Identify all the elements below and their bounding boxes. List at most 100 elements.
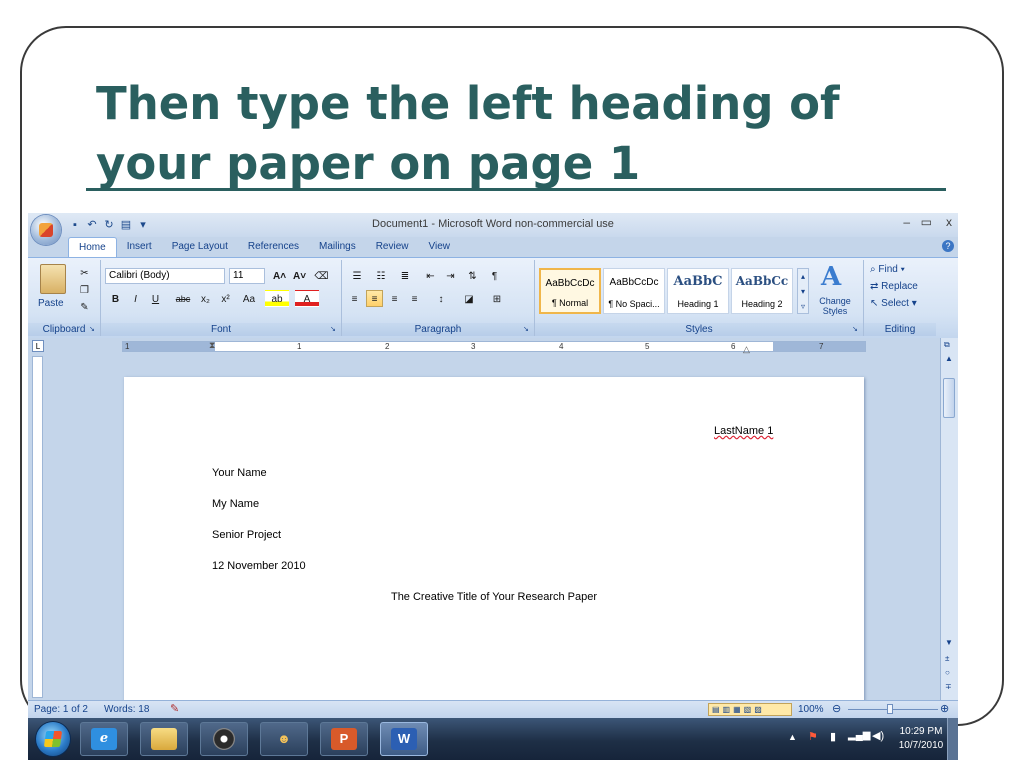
select-button[interactable]: ↖ Select ▾ — [870, 298, 917, 309]
scroll-up-icon[interactable]: ▲ — [945, 354, 953, 363]
right-indent-icon[interactable]: △ — [743, 344, 750, 355]
align-left-icon[interactable]: ≡ — [346, 290, 363, 307]
taskbar-ie[interactable]: e — [80, 722, 128, 756]
line-spacing-icon[interactable]: ↕ — [430, 290, 452, 307]
clock-date[interactable]: 10/7/2010 — [898, 740, 944, 751]
next-page-icon[interactable]: ∓ — [945, 682, 952, 691]
vertical-scrollbar[interactable]: ⧉ ▲ ▼ ± ○ ∓ — [940, 338, 958, 700]
styles-launcher-icon[interactable]: ↘ — [852, 326, 860, 334]
styles-scroll-icon[interactable]: ▴ ▾ ▿ — [797, 268, 809, 314]
align-right-icon[interactable]: ≡ — [386, 290, 403, 307]
save-icon[interactable]: ▪ — [68, 218, 82, 232]
tab-insert[interactable]: Insert — [117, 237, 162, 257]
numbering-icon[interactable]: ☷ — [370, 267, 392, 284]
clipboard-launcher-icon[interactable]: ↘ — [89, 326, 97, 334]
borders-icon[interactable]: ⊞ — [486, 290, 508, 307]
highlight-icon[interactable]: ab — [265, 290, 289, 307]
taskbar-media[interactable] — [200, 722, 248, 756]
shrink-font-button[interactable]: A˅ — [291, 267, 308, 284]
bullets-icon[interactable]: ☰ — [346, 267, 368, 284]
previous-page-icon[interactable]: ± — [945, 654, 949, 663]
word-count[interactable]: Words: 18 — [104, 704, 149, 715]
doc-line-date[interactable]: 12 November 2010 — [212, 560, 306, 572]
action-center-icon[interactable]: ⚑ — [808, 730, 818, 743]
proofing-icon[interactable]: ✎ — [170, 702, 179, 715]
replace-button[interactable]: ⇄ Replace — [870, 281, 918, 292]
change-styles-icon[interactable]: A — [821, 262, 841, 292]
paste-button[interactable]: Paste — [38, 298, 64, 309]
ruler-toggle-icon[interactable]: ⧉ — [944, 340, 950, 350]
multilevel-list-icon[interactable]: ≣ — [394, 267, 416, 284]
undo-icon[interactable]: ↶ — [85, 218, 99, 232]
shading-icon[interactable]: ◪ — [458, 290, 480, 307]
copy-icon[interactable]: ❐ — [76, 281, 93, 298]
tab-view[interactable]: View — [419, 237, 461, 257]
style-no-spacing[interactable]: AaBbCcDc ¶ No Spaci... — [603, 268, 665, 314]
redo-icon[interactable]: ↻ — [102, 218, 116, 232]
style-normal[interactable]: AaBbCcDc ¶ Normal — [539, 268, 601, 314]
cut-icon[interactable]: ✂ — [76, 264, 93, 281]
view-buttons-icon[interactable]: ▤▥▦▧▨ — [708, 703, 792, 716]
indent-marker-icon[interactable]: ⧗ — [209, 340, 215, 351]
paste-icon[interactable] — [40, 264, 66, 294]
find-button[interactable]: ⌕ Find ▾ — [870, 264, 905, 275]
paragraph-launcher-icon[interactable]: ↘ — [523, 326, 531, 334]
close-button[interactable]: x — [946, 215, 952, 229]
battery-icon[interactable]: ▮ — [830, 730, 836, 743]
doc-line-your-name[interactable]: Your Name — [212, 467, 267, 479]
tab-home[interactable]: Home — [68, 237, 117, 258]
font-name-select[interactable]: Calibri (Body) — [105, 268, 225, 284]
strikethrough-button[interactable]: abc — [171, 290, 195, 307]
increase-indent-icon[interactable]: ⇥ — [442, 267, 459, 284]
subscript-button[interactable]: x₂ — [197, 290, 214, 307]
help-icon[interactable]: ? — [942, 240, 954, 252]
network-icon[interactable]: ▂▄▆ — [848, 730, 870, 741]
page-count[interactable]: Page: 1 of 2 — [34, 704, 88, 715]
italic-button[interactable]: I — [127, 290, 144, 307]
show-hidden-icons[interactable]: ▲ — [788, 732, 797, 742]
justify-icon[interactable]: ≡ — [406, 290, 423, 307]
qat-more-icon[interactable]: ▾ — [136, 218, 150, 232]
browse-object-icon[interactable]: ○ — [945, 668, 950, 677]
restore-button[interactable]: ▭ — [921, 215, 932, 229]
taskbar-people[interactable]: ☻ — [260, 722, 308, 756]
horizontal-ruler[interactable]: 1 1 2 3 4 5 6 7 ⧗ △ — [122, 340, 866, 355]
superscript-button[interactable]: x² — [217, 290, 234, 307]
font-size-select[interactable]: 11 — [229, 268, 265, 284]
font-color-icon[interactable]: A — [295, 290, 319, 307]
tab-page-layout[interactable]: Page Layout — [162, 237, 238, 257]
paper-title[interactable]: The Creative Title of Your Research Pape… — [124, 591, 864, 603]
tab-mailings[interactable]: Mailings — [309, 237, 366, 257]
zoom-slider[interactable] — [848, 709, 938, 710]
bold-button[interactable]: B — [107, 290, 124, 307]
show-desktop-button[interactable] — [947, 718, 958, 760]
minimize-button[interactable]: – — [903, 215, 910, 229]
decrease-indent-icon[interactable]: ⇤ — [422, 267, 439, 284]
grow-font-button[interactable]: A˄ — [271, 267, 288, 284]
format-painter-icon[interactable]: ✎ — [76, 298, 93, 315]
underline-button[interactable]: U — [147, 290, 164, 307]
scroll-down-icon[interactable]: ▼ — [945, 638, 953, 647]
style-heading-1[interactable]: AaBbC Heading 1 — [667, 268, 729, 314]
clear-format-icon[interactable]: ⌫ — [313, 267, 330, 284]
align-center-icon[interactable]: ≡ — [366, 290, 383, 307]
zoom-slider-thumb[interactable] — [887, 704, 893, 714]
taskbar-explorer[interactable] — [140, 722, 188, 756]
document-page[interactable]: LastName 1 Your Name My Name Senior Proj… — [124, 377, 864, 717]
open-icon[interactable]: ▤ — [119, 218, 133, 232]
page-header[interactable]: LastName 1 — [714, 425, 773, 437]
zoom-in-icon[interactable]: ⊕ — [940, 702, 949, 715]
volume-icon[interactable]: ◀) — [872, 729, 884, 742]
doc-line-senior-project[interactable]: Senior Project — [212, 529, 281, 541]
tab-references[interactable]: References — [238, 237, 309, 257]
taskbar-powerpoint[interactable]: P — [320, 722, 368, 756]
scroll-thumb[interactable] — [943, 378, 955, 418]
style-heading-2[interactable]: AaBbCc Heading 2 — [731, 268, 793, 314]
font-launcher-icon[interactable]: ↘ — [330, 326, 338, 334]
zoom-out-icon[interactable]: ⊖ — [832, 702, 841, 715]
change-styles-button[interactable]: Change Styles — [813, 296, 857, 316]
doc-line-my-name[interactable]: My Name — [212, 498, 259, 510]
clock-time[interactable]: 10:29 PM — [898, 726, 944, 737]
sort-icon[interactable]: ⇅ — [464, 267, 481, 284]
change-case-button[interactable]: Aa — [239, 290, 259, 307]
